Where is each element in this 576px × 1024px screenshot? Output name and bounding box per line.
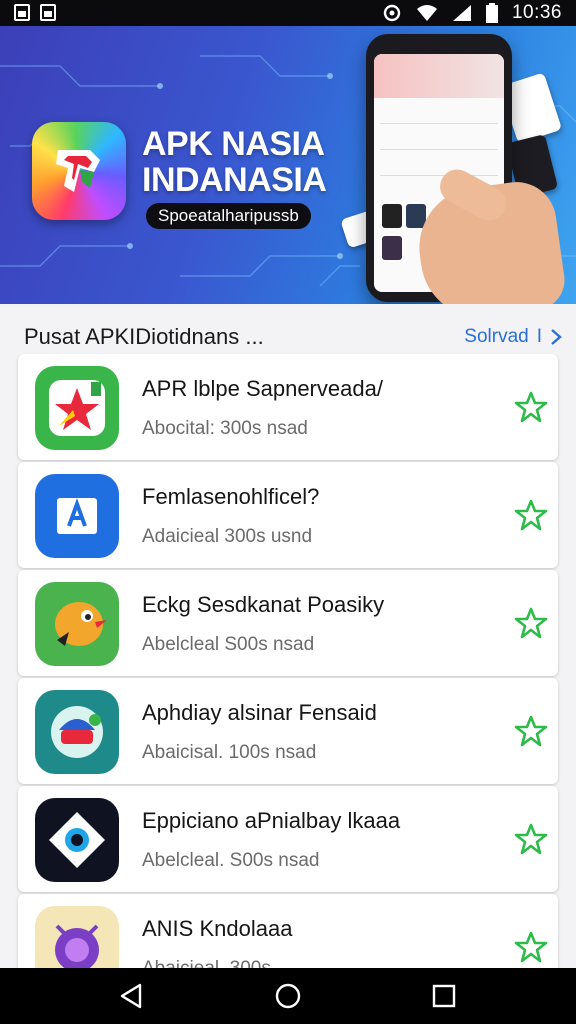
app-meta: Abaicieal. 300s [142,958,271,968]
notification-icons [14,4,56,21]
star-outline-icon[interactable] [514,498,548,532]
app-meta: Abocital: 300s nsad [142,418,308,439]
recents-icon[interactable] [430,982,458,1010]
star-outline-icon[interactable] [514,714,548,748]
star-outline-icon[interactable] [514,822,548,856]
signal-icon [452,5,471,21]
robot-app-icon [35,690,119,774]
app-list: APR lblpe Sapnerveada/ Abocital: 300s ns… [18,354,558,968]
app-list-item[interactable]: Eckg Sesdkanat Poasiky Abelcleal S00s ns… [18,570,558,676]
app-list-viewport[interactable]: APR lblpe Sapnerveada/ Abocital: 300s ns… [0,354,576,968]
promo-banner[interactable]: APK NASIA INDANASIA Spoeatalharipussb [0,26,576,304]
app-meta: Abaicisal. 100s nsad [142,742,317,763]
image-notification-icon [14,4,30,21]
section-header: Pusat APKIDiotidnans ... Solrvad I [0,304,576,352]
app-list-item[interactable]: Femlasenohlficel? Adaicieal 300s usnd [18,462,558,568]
back-icon[interactable] [118,982,146,1010]
app-meta: Abelcleal S00s nsad [142,634,315,655]
clock: 10:36 [511,2,562,23]
apk-logo-icon [32,122,126,220]
diamond-app-icon [35,798,119,882]
system-nav-bar [0,968,576,1024]
status-bar: 10:36 [0,0,576,26]
purple-circle-app-icon [35,906,119,968]
star-outline-icon[interactable] [514,390,548,424]
divider: I [536,326,542,347]
star-outline-icon[interactable] [514,606,548,640]
home-icon[interactable] [274,982,302,1010]
app-list-item[interactable]: ANIS Kndolaaa Abaicieal. 300s [18,894,558,968]
banner-title: APK NASIA INDANASIA [142,125,327,199]
app-list-item[interactable]: APR lblpe Sapnerveada/ Abocital: 300s ns… [18,354,558,460]
app-name: ANIS Kndolaaa [142,916,293,941]
star-outline-icon[interactable] [514,930,548,964]
bird-app-icon [35,582,119,666]
gallery-notification-icon [40,4,56,21]
app-name: Aphdiay alsinar Fensaid [142,700,377,725]
blue-a-app-icon [35,474,119,558]
wifi-icon [416,5,437,21]
app-name: Femlasenohlficel? [142,484,320,509]
section-title: Pusat APKIDiotidnans ... [24,324,264,349]
banner-title-line1: APK NASIA [142,125,325,163]
battery-icon [485,3,498,23]
app-name: Eppiciano aPnialbay lkaaa [142,808,401,833]
see-all-label: Solrvad [464,326,529,347]
chevron-right-icon [551,329,562,345]
banner-title-line2: INDANASIA [142,161,327,199]
sync-icon [383,4,401,22]
status-indicators: 10:36 [382,2,562,24]
app-name: APR lblpe Sapnerveada/ [142,376,383,401]
see-all-link[interactable]: Solrvad I [464,326,562,348]
banner-subtitle: Spoeatalharipussb [146,203,311,229]
app-list-item[interactable]: Aphdiay alsinar Fensaid Abaicisal. 100s … [18,678,558,784]
red-star-app-icon [35,366,119,450]
app-meta: Adaicieal 300s usnd [142,526,313,547]
app-list-item[interactable]: Eppiciano aPnialbay lkaaa Abelcleal. S00… [18,786,558,892]
app-name: Eckg Sesdkanat Poasiky [142,592,385,617]
app-meta: Abelcleal. S00s nsad [142,850,320,871]
